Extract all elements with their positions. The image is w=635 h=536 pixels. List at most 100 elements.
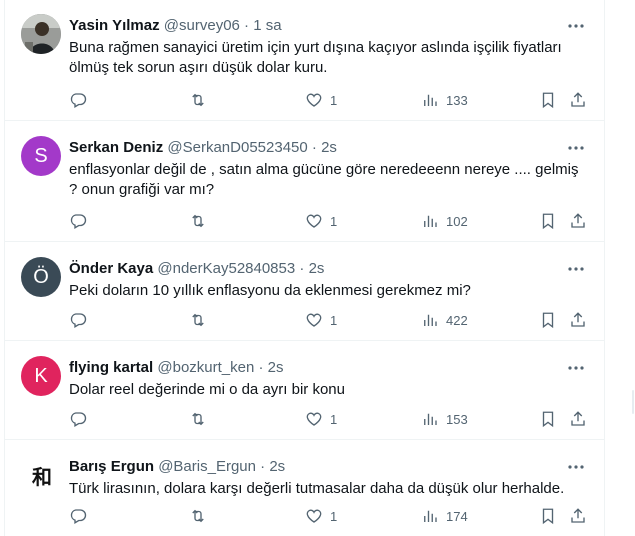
- timestamp[interactable]: 2s: [269, 458, 285, 475]
- share-button[interactable]: [569, 409, 587, 429]
- tweet-header: Yasin Yılmaz @survey06 · 1 sa: [69, 16, 544, 36]
- tweet-text: Türk lirasının, dolara karşı değerli tut…: [69, 480, 565, 497]
- like-button[interactable]: 1: [305, 409, 337, 429]
- action-bar: 1 153: [69, 409, 594, 429]
- more-icon[interactable]: [564, 455, 588, 479]
- views-icon: [424, 510, 437, 522]
- action-bar: 1 422: [69, 310, 594, 330]
- like-count: 1: [330, 213, 338, 229]
- views-button[interactable]: 102: [421, 211, 468, 231]
- retweet-icon: [192, 93, 204, 107]
- bookmark-button[interactable]: [539, 409, 557, 429]
- author-name[interactable]: Serkan Deniz: [69, 139, 163, 156]
- share-button[interactable]: [569, 310, 587, 330]
- reply-icon: [70, 214, 87, 229]
- share-icon: [571, 92, 585, 107]
- avatar[interactable]: K: [21, 356, 61, 396]
- reply-button[interactable]: [69, 506, 87, 526]
- bookmark-button[interactable]: [539, 310, 557, 330]
- retweet-button[interactable]: [189, 310, 207, 330]
- bookmark-button[interactable]: [539, 90, 557, 110]
- share-icon: [571, 213, 585, 228]
- scrollbar-fragment[interactable]: [632, 390, 634, 414]
- retweet-button[interactable]: [189, 90, 207, 110]
- bookmark-icon: [542, 92, 554, 109]
- author-name[interactable]: Barış Ergun: [69, 458, 154, 475]
- like-button[interactable]: 1: [305, 310, 337, 330]
- author-name[interactable]: Yasin Yılmaz: [69, 17, 160, 34]
- heart-icon: [306, 214, 322, 228]
- views-count: 422: [446, 312, 468, 328]
- author-handle[interactable]: @SerkanD05523450: [167, 139, 307, 156]
- author-name[interactable]: flying kartal: [69, 359, 153, 376]
- retweet-icon: [192, 412, 204, 426]
- bookmark-button[interactable]: [539, 506, 557, 526]
- retweet-icon: [192, 313, 204, 327]
- timestamp[interactable]: 2s: [268, 359, 284, 376]
- retweet-button[interactable]: [189, 409, 207, 429]
- avatar[interactable]: 和: [21, 455, 61, 495]
- views-count: 174: [446, 508, 468, 524]
- timestamp[interactable]: 2s: [309, 260, 325, 277]
- more-icon[interactable]: [564, 257, 588, 281]
- like-button[interactable]: 1: [305, 506, 337, 526]
- like-button[interactable]: 1: [305, 211, 337, 231]
- tweet-text: Buna rağmen sanayici üretim için yurt dı…: [69, 39, 562, 76]
- tweet-header: Barış Ergun @Baris_Ergun · 2s: [69, 457, 544, 477]
- bookmark-icon: [542, 213, 554, 230]
- like-button[interactable]: 1: [305, 90, 337, 110]
- reply-button[interactable]: [69, 409, 87, 429]
- avatar[interactable]: [21, 14, 61, 54]
- reply-icon: [70, 509, 87, 524]
- tweet[interactable]: Yasin Yılmaz @survey06 · 1 sa Buna rağme…: [5, 0, 604, 121]
- share-button[interactable]: [569, 211, 587, 231]
- views-button[interactable]: 422: [421, 310, 468, 330]
- share-icon: [571, 411, 585, 426]
- like-count: 1: [330, 92, 338, 108]
- more-icon[interactable]: [564, 136, 588, 160]
- separator-dot: ·: [244, 17, 250, 34]
- retweet-icon: [192, 214, 204, 228]
- tweet[interactable]: S Serkan Deniz @SerkanD05523450 · 2s enf…: [5, 122, 604, 242]
- author-handle[interactable]: @nderKay52840853: [157, 260, 295, 277]
- reply-button[interactable]: [69, 310, 87, 330]
- action-bar: 1 102: [69, 211, 594, 231]
- author-handle[interactable]: @survey06: [164, 17, 240, 34]
- tweet-header: flying kartal @bozkurt_ken · 2s: [69, 358, 544, 378]
- tweet[interactable]: 和 Barış Ergun @Baris_Ergun · 2s Türk lir…: [5, 441, 604, 536]
- tweet[interactable]: Ö Önder Kaya @nderKay52840853 · 2s Peki …: [5, 243, 604, 341]
- timestamp[interactable]: 1 sa: [253, 17, 281, 34]
- avatar[interactable]: S: [21, 136, 61, 176]
- tweet[interactable]: K flying kartal @bozkurt_ken · 2s Dolar …: [5, 342, 604, 440]
- views-button[interactable]: 153: [421, 409, 468, 429]
- reply-button[interactable]: [69, 211, 87, 231]
- views-button[interactable]: 133: [421, 90, 468, 110]
- author-name[interactable]: Önder Kaya: [69, 260, 153, 277]
- like-count: 1: [330, 312, 338, 328]
- views-count: 133: [446, 92, 468, 108]
- more-icon[interactable]: [564, 356, 588, 380]
- views-icon: [424, 413, 437, 425]
- action-bar: 1 174: [69, 506, 594, 526]
- timestamp[interactable]: 2s: [321, 139, 337, 156]
- reply-icon: [70, 313, 87, 328]
- more-icon[interactable]: [564, 14, 588, 38]
- reply-button[interactable]: [69, 90, 87, 110]
- action-bar: 1 133: [69, 90, 594, 110]
- retweet-button[interactable]: [189, 506, 207, 526]
- retweet-button[interactable]: [189, 211, 207, 231]
- share-icon: [571, 312, 585, 327]
- avatar[interactable]: Ö: [21, 257, 61, 297]
- tweet-text: Dolar reel değerinde mi o da ayrı bir ko…: [69, 381, 345, 398]
- share-button[interactable]: [569, 506, 587, 526]
- views-icon: [424, 215, 437, 227]
- share-icon: [571, 508, 585, 523]
- bookmark-button[interactable]: [539, 211, 557, 231]
- author-handle[interactable]: @bozkurt_ken: [157, 359, 254, 376]
- share-button[interactable]: [569, 90, 587, 110]
- heart-icon: [306, 412, 322, 426]
- like-count: 1: [330, 508, 338, 524]
- replies-feed: Yasin Yılmaz @survey06 · 1 sa Buna rağme…: [4, 0, 605, 536]
- author-handle[interactable]: @Baris_Ergun: [158, 458, 256, 475]
- views-button[interactable]: 174: [421, 506, 468, 526]
